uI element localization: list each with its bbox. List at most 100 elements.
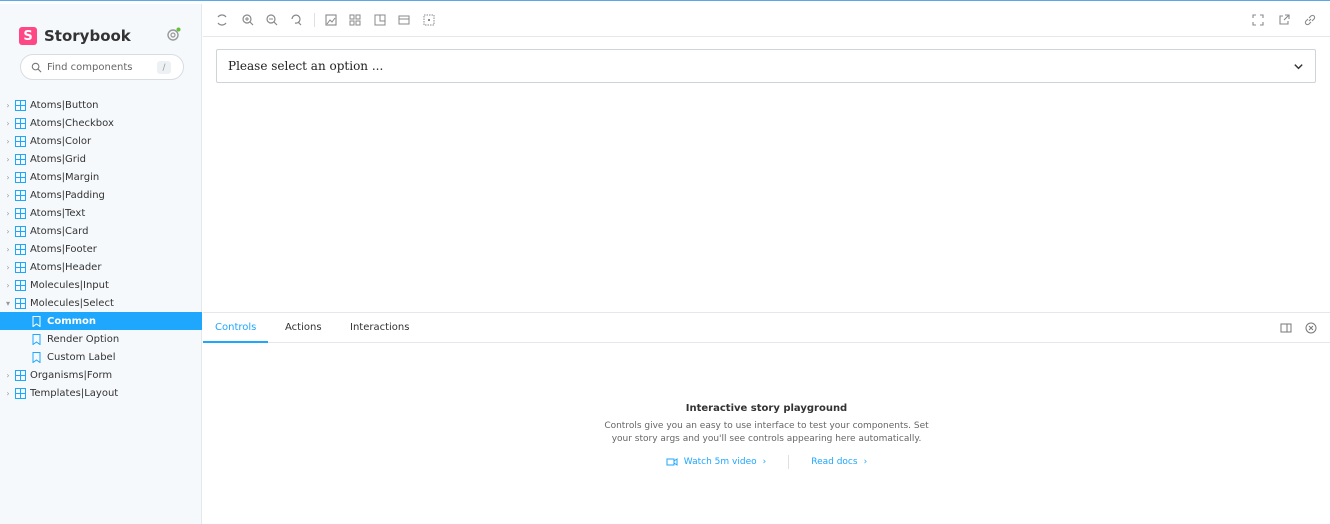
sidebar-item-label: Custom Label <box>47 351 116 363</box>
component-icon <box>15 135 26 147</box>
watch-video-link[interactable]: Watch 5m video › <box>666 457 766 467</box>
component-icon <box>15 261 26 273</box>
component-icon <box>15 387 26 399</box>
settings-icon[interactable] <box>164 26 182 44</box>
link-divider <box>788 455 790 469</box>
component-icon <box>15 117 26 129</box>
sidebar-component-item[interactable]: › Atoms|Button <box>0 96 202 114</box>
component-icon <box>15 207 26 219</box>
video-icon <box>666 458 678 466</box>
empty-links: Watch 5m video › Read docs › <box>203 455 1330 469</box>
zoom-in-icon[interactable] <box>241 13 255 27</box>
sidebar-component-item[interactable]: › Templates|Layout <box>0 384 202 402</box>
zoom-out-icon[interactable] <box>265 13 279 27</box>
component-icon <box>15 369 26 381</box>
sidebar-component-item[interactable]: › Atoms|Header <box>0 258 202 276</box>
sidebar-component-item[interactable]: › Atoms|Footer <box>0 240 202 258</box>
preview-canvas: Please select an option ... <box>203 37 1330 312</box>
component-icon <box>15 225 26 237</box>
bookmark-icon <box>32 333 41 345</box>
sidebar-item-label: Atoms|Card <box>30 225 89 237</box>
chevron-right-icon: › <box>6 100 10 110</box>
chevron-right-icon: › <box>6 136 10 146</box>
sidebar-component-item[interactable]: › Atoms|Card <box>0 222 202 240</box>
component-icon <box>15 153 26 165</box>
outline-icon[interactable] <box>422 13 436 27</box>
search-icon <box>31 62 42 72</box>
close-icon[interactable] <box>1305 322 1317 334</box>
sidebar: S Storybook Find components / › Atoms|But… <box>0 4 202 524</box>
sidebar-component-item[interactable]: › Atoms|Checkbox <box>0 114 202 132</box>
chevron-right-icon: › <box>6 280 10 290</box>
sidebar-story-item[interactable]: Common <box>0 312 202 330</box>
sidebar-component-item[interactable]: › Atoms|Padding <box>0 186 202 204</box>
select-dropdown[interactable]: Please select an option ... <box>216 49 1316 83</box>
chevron-right-icon: › <box>6 154 10 164</box>
sidebar-component-item[interactable]: ▾ Molecules|Select <box>0 294 202 312</box>
storybook-logo: S <box>19 27 37 45</box>
sidebar-item-label: Templates|Layout <box>30 387 119 399</box>
sidebar-item-label: Molecules|Input <box>30 279 109 291</box>
chevron-down-icon <box>1294 64 1303 70</box>
sidebar-item-label: Common <box>47 315 97 327</box>
empty-title: Interactive story playground <box>685 403 848 414</box>
addon-tabs: Controls Actions Interactions <box>203 313 1330 343</box>
sidebar-component-item[interactable]: › Organisms|Form <box>0 366 202 384</box>
sidebar-story-item[interactable]: Custom Label <box>0 348 202 366</box>
sidebar-item-label: Organisms|Form <box>30 369 113 381</box>
measure-icon[interactable] <box>397 13 411 27</box>
search-shortcut: / <box>157 61 171 74</box>
tab-controls[interactable]: Controls <box>203 313 269 343</box>
bookmark-icon <box>32 351 41 363</box>
bookmark-icon <box>32 315 41 327</box>
share-icon[interactable] <box>1277 13 1291 27</box>
chevron-right-icon: › <box>6 208 10 218</box>
sync-icon[interactable] <box>215 13 229 27</box>
chevron-right-icon: › <box>6 244 10 254</box>
component-tree: › Atoms|Button › Atoms|Checkbox › Atoms|Color… <box>0 96 202 402</box>
chevron-right-icon: › <box>6 388 10 398</box>
watch-video-label: Watch 5m video <box>683 457 757 467</box>
zoom-reset-icon[interactable] <box>289 13 303 27</box>
sidebar-component-item[interactable]: › Molecules|Input <box>0 276 202 294</box>
chevron-right-icon: › <box>762 457 767 467</box>
chevron-right-icon: › <box>6 262 10 272</box>
toolbar <box>203 4 1330 37</box>
toolbar-divider <box>314 13 315 27</box>
chevron-right-icon: › <box>6 118 10 128</box>
sidebar-item-label: Atoms|Color <box>30 135 92 147</box>
chevron-right-icon: › <box>863 457 868 467</box>
select-value: Please select an option ... <box>228 59 384 73</box>
empty-description-line: your story args and you'll see controls … <box>611 434 922 444</box>
sidebar-component-item[interactable]: › Atoms|Color <box>0 132 202 150</box>
read-docs-link[interactable]: Read docs › <box>811 457 867 467</box>
tab-actions[interactable]: Actions <box>285 313 322 343</box>
search-input[interactable]: Find components / <box>20 54 184 80</box>
sidebar-component-item[interactable]: › Atoms|Margin <box>0 168 202 186</box>
sidebar-story-item[interactable]: Render Option <box>0 330 202 348</box>
component-icon <box>15 297 26 309</box>
sidebar-item-label: Atoms|Margin <box>30 171 100 183</box>
sidebar-item-label: Molecules|Select <box>30 297 114 309</box>
brand[interactable]: S Storybook <box>19 25 131 47</box>
empty-description: Controls give you an easy to use interfa… <box>203 420 1330 446</box>
viewport-icon[interactable] <box>373 13 387 27</box>
search-placeholder: Find components <box>47 61 133 73</box>
tab-interactions[interactable]: Interactions <box>350 313 409 343</box>
sidebar-component-item[interactable]: › Atoms|Grid <box>0 150 202 168</box>
chevron-down-icon: ▾ <box>5 298 10 308</box>
sidebar-item-label: Atoms|Footer <box>30 243 97 255</box>
read-docs-label: Read docs <box>811 457 858 467</box>
link-icon[interactable] <box>1303 13 1317 27</box>
empty-description-line: Controls give you an easy to use interfa… <box>604 421 929 431</box>
grid-icon[interactable] <box>348 13 362 27</box>
background-icon[interactable] <box>324 13 338 27</box>
component-icon <box>15 189 26 201</box>
fullscreen-icon[interactable] <box>1251 13 1265 27</box>
sidebar-item-label: Atoms|Header <box>30 261 102 273</box>
brand-title: Storybook <box>44 27 131 45</box>
sidebar-component-item[interactable]: › Atoms|Text <box>0 204 202 222</box>
controls-empty-state: Interactive story playground Controls gi… <box>203 403 1330 469</box>
sidebar-item-label: Atoms|Text <box>30 207 86 219</box>
panel-orientation-icon[interactable] <box>1280 322 1292 334</box>
